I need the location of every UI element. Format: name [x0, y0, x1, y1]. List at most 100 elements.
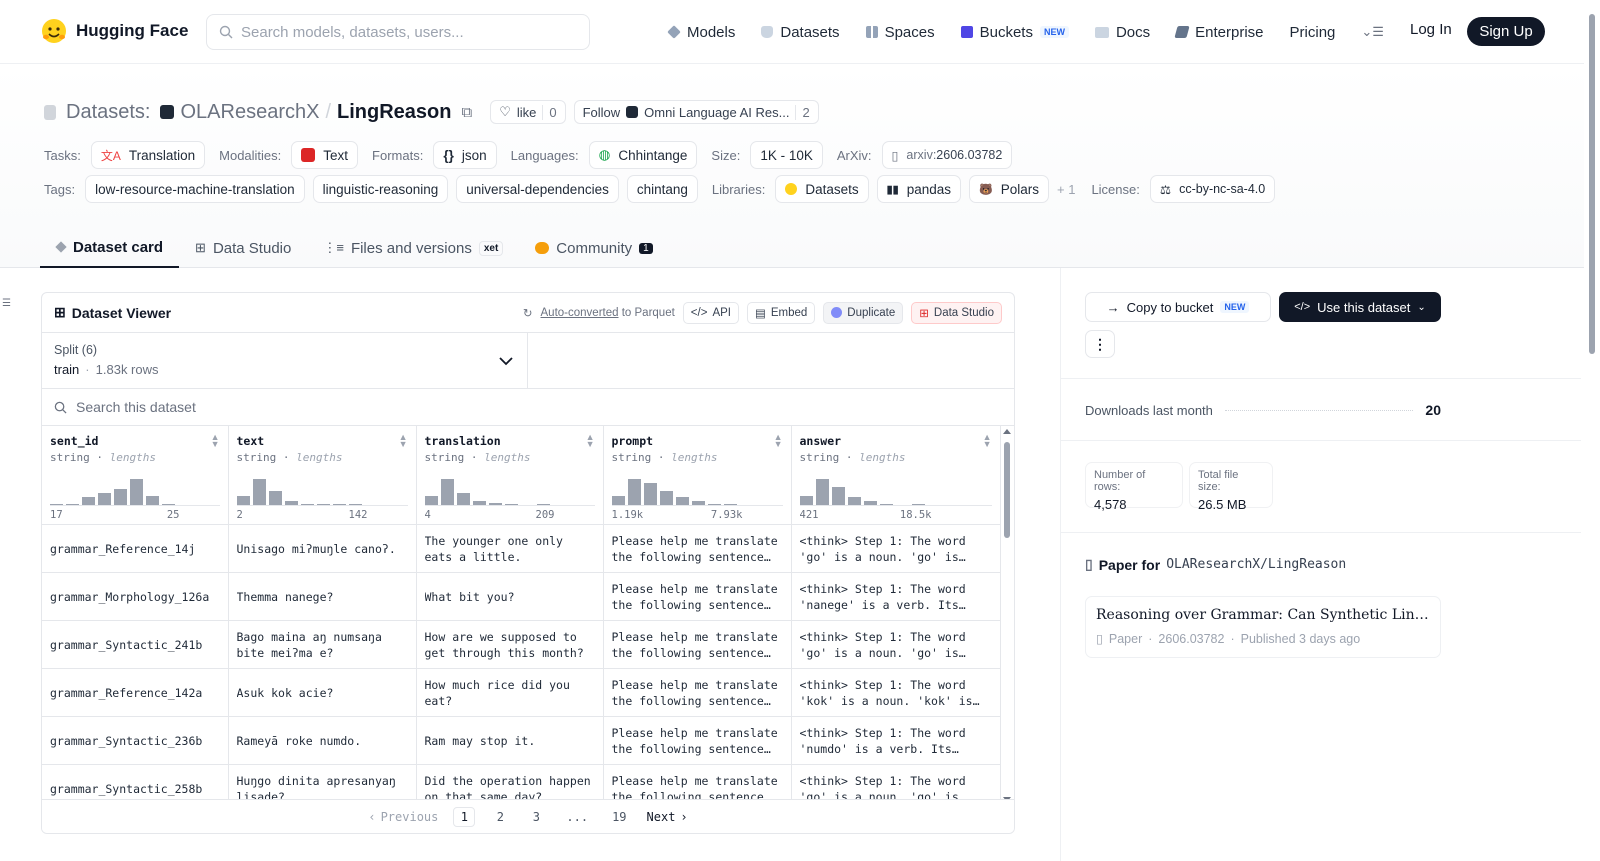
page-number[interactable]: ...: [561, 807, 593, 827]
table-cell[interactable]: The younger one only eats a little.: [416, 524, 604, 573]
table-cell[interactable]: Ram may stop it.: [416, 716, 604, 765]
tag-item[interactable]: low-resource-machine-translation: [85, 175, 305, 203]
column-header[interactable]: answer ▲ ▼ string · lengths 421 18.5k: [791, 426, 1001, 525]
table-row[interactable]: grammar_Syntactic_241b Bago maina aŋ nums…: [42, 620, 1001, 669]
histogram-bar[interactable]: [130, 479, 143, 505]
sort-icon[interactable]: ▲ ▼: [586, 433, 595, 449]
previous-page-button[interactable]: ‹ Previous: [363, 807, 443, 827]
table-cell[interactable]: Asuk kok acie?: [228, 668, 417, 717]
histogram-bar[interactable]: [723, 503, 737, 505]
table-cell[interactable]: grammar_Morphology_126a: [42, 572, 229, 621]
histogram-bar[interactable]: [348, 503, 362, 505]
histogram-bar[interactable]: [424, 495, 438, 505]
data-studio-button[interactable]: ⊞ Data Studio: [911, 301, 1002, 324]
table-cell[interactable]: Unisago miʔmuŋle canoʔ.: [228, 524, 417, 573]
histogram-bar[interactable]: [896, 504, 909, 505]
histogram-bar[interactable]: [472, 501, 486, 505]
table-cell[interactable]: How much rice did you eat?: [416, 668, 604, 717]
histogram-bar[interactable]: [831, 486, 845, 505]
library-datasets[interactable]: Datasets: [775, 175, 869, 203]
sort-icon[interactable]: ▲ ▼: [774, 433, 783, 449]
table-cell[interactable]: Themma nanege?: [228, 572, 417, 621]
column-header[interactable]: prompt ▲ ▼ string · lengths 1.19k 7.93k: [603, 426, 792, 525]
sort-icon[interactable]: ▲ ▼: [399, 433, 408, 449]
nav-docs[interactable]: Docs: [1094, 24, 1150, 41]
arxiv-tag[interactable]: ▯ arxiv:2606.03782: [881, 141, 1013, 169]
next-page-button[interactable]: Next ›: [642, 807, 693, 827]
page-number[interactable]: 1: [453, 806, 476, 827]
histogram-bar[interactable]: [162, 503, 175, 505]
table-row[interactable]: grammar_Reference_14j Unisago miʔmuŋle ca…: [42, 524, 1001, 573]
table-row[interactable]: grammar_Syntactic_236b Rameyā roke numdo.…: [42, 716, 1001, 765]
histogram-bar[interactable]: [316, 503, 330, 505]
tab-data-studio[interactable]: ⊞ Data Studio: [179, 228, 307, 268]
nav-enterprise[interactable]: Enterprise: [1174, 24, 1264, 41]
table-cell[interactable]: Rameyā roke numdo.: [228, 716, 417, 765]
table-cell[interactable]: How are we supposed to get through this …: [416, 620, 604, 669]
table-cell[interactable]: Please help me translate the following s…: [603, 572, 792, 621]
language-tag[interactable]: ◍ Chhintange: [588, 141, 698, 169]
nav-spaces[interactable]: Spaces: [865, 24, 935, 41]
library-pandas[interactable]: ▮▮ pandas: [876, 175, 962, 203]
histogram-bar[interactable]: [146, 495, 159, 505]
dataset-search[interactable]: Search this dataset: [42, 389, 1014, 426]
histogram-bar[interactable]: [300, 503, 314, 505]
histogram-bar[interactable]: [488, 502, 502, 505]
nav-more[interactable]: ⌄☰: [1361, 24, 1384, 40]
like-button[interactable]: ♡ like 0: [490, 100, 566, 124]
tag-item[interactable]: chintang: [626, 175, 698, 203]
table-cell[interactable]: <think> Step 1: The word 'numdo' is a ve…: [791, 716, 1001, 765]
login-link[interactable]: Log In: [1410, 21, 1452, 38]
column-header[interactable]: text ▲ ▼ string · lengths 2 142: [228, 426, 417, 525]
tab-files[interactable]: ⋮≡ Files and versions xet: [307, 228, 519, 268]
histogram-bar[interactable]: [799, 495, 813, 505]
table-cell[interactable]: <think> Step 1: The word 'kok' is a noun…: [791, 668, 1001, 717]
size-tag[interactable]: 1K - 10K: [750, 141, 823, 169]
nav-datasets[interactable]: Datasets: [761, 24, 840, 41]
libraries-more[interactable]: + 1: [1057, 182, 1075, 197]
page-number[interactable]: 2: [489, 807, 511, 827]
table-cell[interactable]: grammar_Syntactic_241b: [42, 620, 229, 669]
column-header[interactable]: translation ▲ ▼ string · lengths 4 209: [416, 426, 604, 525]
table-row[interactable]: grammar_Morphology_126a Themma nanege? Wha…: [42, 572, 1001, 621]
modality-tag[interactable]: Text: [291, 141, 359, 169]
histogram-bar[interactable]: [536, 503, 550, 505]
copy-icon[interactable]: ⧉: [461, 104, 472, 121]
histogram-bar[interactable]: [252, 479, 266, 505]
table-cell[interactable]: Please help me translate the following s…: [603, 668, 792, 717]
sort-icon[interactable]: ▲ ▼: [211, 433, 220, 449]
page-number[interactable]: 3: [525, 807, 547, 827]
nav-models[interactable]: Models: [667, 24, 735, 41]
nav-buckets[interactable]: Buckets NEW: [960, 24, 1069, 41]
format-tag[interactable]: {} json: [433, 141, 497, 169]
sort-icon[interactable]: ▲ ▼: [983, 433, 992, 449]
histogram-bar[interactable]: [847, 497, 861, 505]
table-cell[interactable]: grammar_Reference_14j: [42, 524, 229, 573]
table-cell[interactable]: Please help me translate the following s…: [603, 716, 792, 765]
histogram-bar[interactable]: [521, 504, 534, 505]
split-select[interactable]: Split (6) train · 1.83k rows: [42, 333, 528, 388]
table-cell[interactable]: Please help me translate the following s…: [603, 620, 792, 669]
histogram-bar[interactable]: [691, 501, 705, 505]
histogram-bar[interactable]: [50, 503, 63, 505]
repo-owner[interactable]: OLAResearchX: [180, 101, 319, 124]
histogram-bar[interactable]: [504, 503, 518, 505]
paper-card[interactable]: Reasoning over Grammar: Can Synthetic Li…: [1085, 596, 1441, 658]
histogram-bar[interactable]: [911, 503, 925, 505]
histogram-bar[interactable]: [98, 493, 111, 505]
column-header[interactable]: sent_id ▲ ▼ string · lengths 17 25: [42, 426, 229, 525]
histogram-bar[interactable]: [284, 501, 298, 505]
table-cell[interactable]: <think> Step 1: The word 'go' is a noun.…: [791, 620, 1001, 669]
hf-logo[interactable]: Hugging Face: [40, 17, 188, 45]
histogram-bar[interactable]: [611, 495, 625, 505]
histogram-bar[interactable]: [268, 490, 282, 505]
histogram-bar[interactable]: [815, 479, 829, 505]
histogram-bar[interactable]: [236, 495, 250, 505]
histogram-bar[interactable]: [675, 497, 689, 505]
histogram-bar[interactable]: [66, 503, 79, 505]
nav-pricing[interactable]: Pricing: [1290, 24, 1336, 41]
histogram-bar[interactable]: [627, 479, 641, 505]
section-label[interactable]: Datasets:: [66, 101, 150, 124]
table-scrollbar[interactable]: [1002, 428, 1012, 803]
library-polars[interactable]: 🐻 Polars: [969, 175, 1049, 203]
